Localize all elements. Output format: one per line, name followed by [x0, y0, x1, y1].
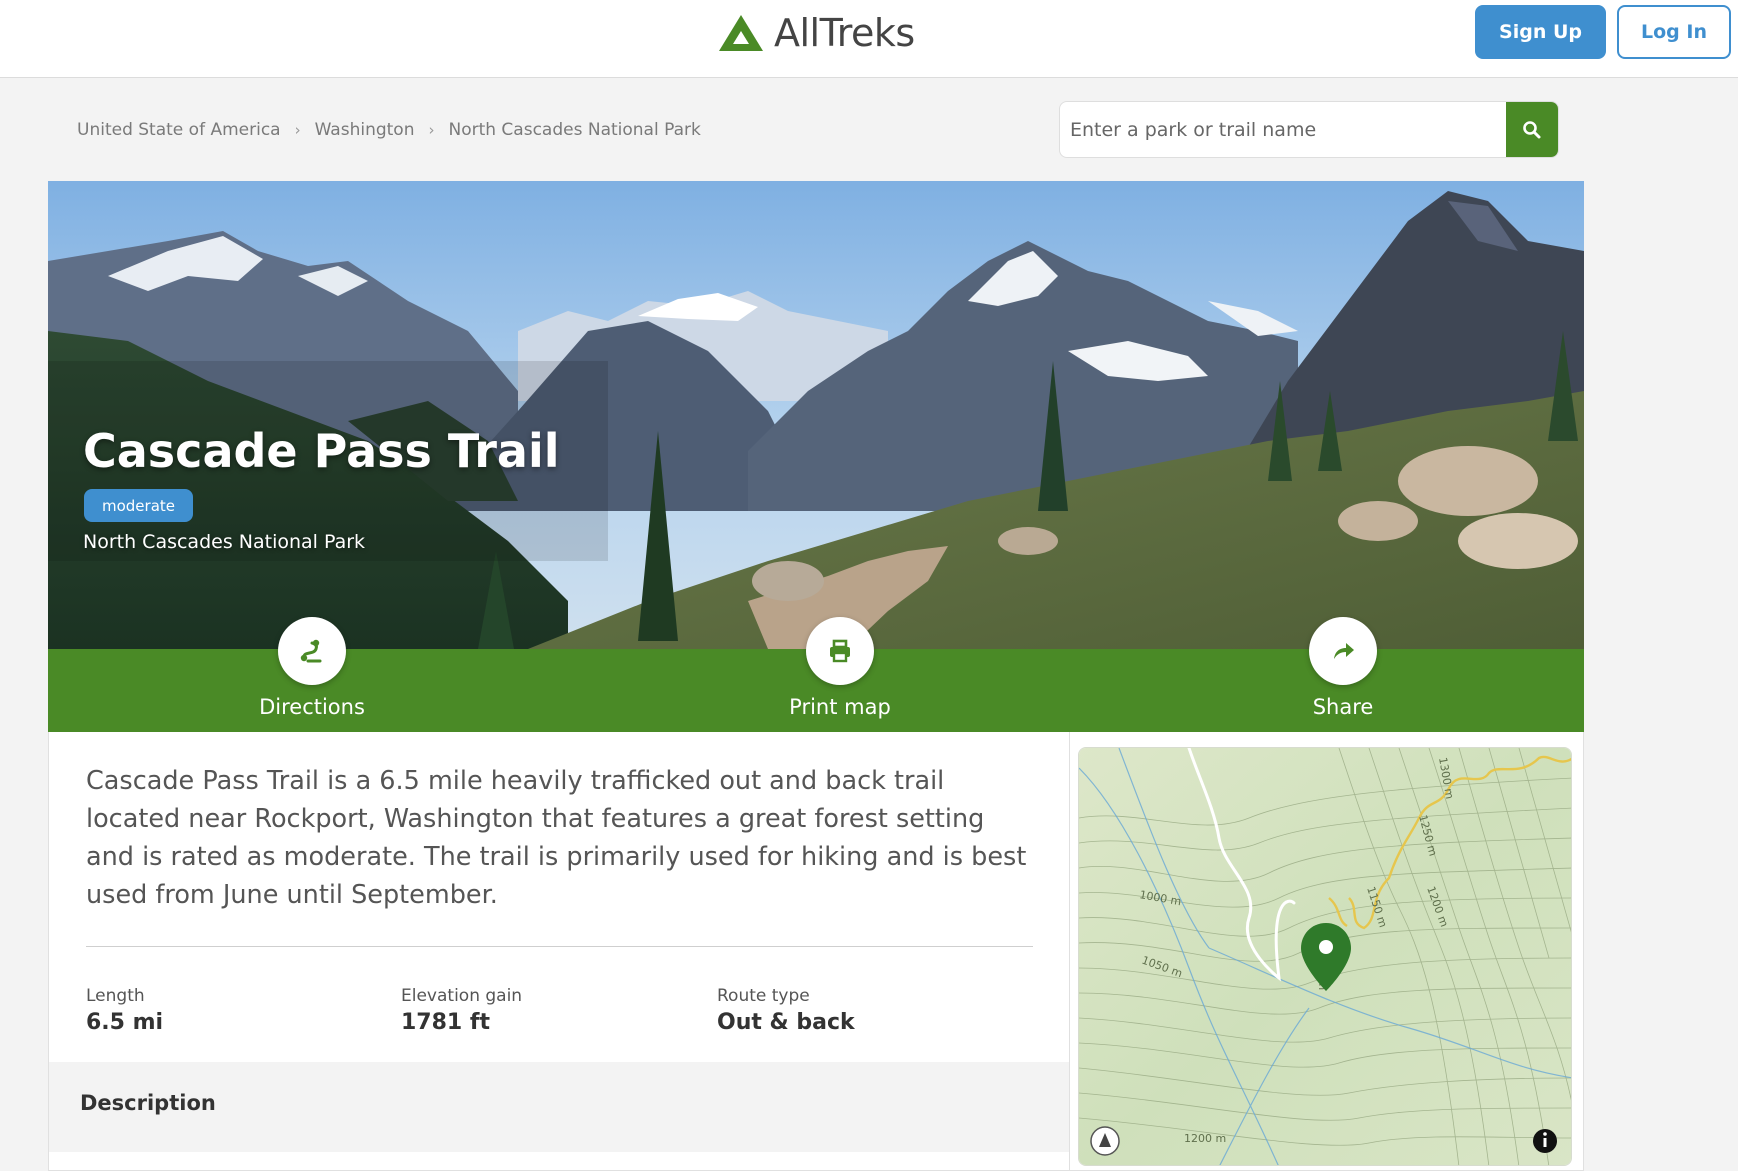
stat-value: 1781 ft — [401, 1010, 490, 1035]
hero-image: Cascade Pass Trail moderate North Cascad… — [48, 181, 1584, 649]
share-label: Share — [1312, 695, 1374, 719]
mountain-landscape-image — [48, 181, 1584, 649]
site-header: AllTreks Sign Up Log In — [0, 0, 1738, 78]
printer-icon — [830, 639, 850, 663]
stat-label: Length — [86, 986, 145, 1006]
trail-summary: Cascade Pass Trail is a 6.5 mile heavily… — [86, 766, 1027, 910]
directions-icon — [300, 639, 322, 663]
search-box — [1059, 101, 1559, 158]
stat-elevation: Elevation gain 1781 ft — [401, 986, 522, 1035]
share-button[interactable]: Share — [1243, 617, 1443, 732]
site-logo[interactable]: AllTreks — [718, 10, 915, 56]
search-input[interactable] — [1060, 102, 1506, 157]
sign-up-button[interactable]: Sign Up — [1475, 5, 1606, 59]
breadcrumb-state[interactable]: Washington — [315, 120, 415, 140]
stat-value: Out & back — [717, 1010, 855, 1035]
print-map-label: Print map — [789, 695, 891, 719]
breadcrumb-country[interactable]: United State of America — [77, 120, 281, 140]
share-arrow-icon — [1334, 643, 1354, 659]
description-section: Description — [49, 1062, 1069, 1152]
park-name[interactable]: North Cascades National Park — [83, 531, 365, 553]
chevron-right-icon: › — [428, 121, 435, 139]
stat-label: Elevation gain — [401, 986, 523, 1006]
description-heading: Description — [80, 1091, 216, 1115]
print-map-button[interactable]: Print map — [740, 617, 940, 732]
share-circle[interactable] — [1309, 617, 1377, 685]
contour-label: 1200 m — [1184, 1132, 1226, 1145]
directions-button[interactable]: Directions — [212, 617, 412, 732]
breadcrumb-park[interactable]: North Cascades National Park — [448, 120, 700, 140]
log-in-button[interactable]: Log In — [1617, 5, 1731, 59]
info-icon[interactable] — [1533, 1129, 1557, 1153]
breadcrumb: United State of America › Washington › N… — [77, 118, 701, 142]
stat-label: Route type — [717, 986, 810, 1006]
directions-label: Directions — [259, 695, 365, 719]
divider — [86, 946, 1033, 947]
brand-name: AllTreks — [774, 11, 915, 55]
chevron-right-icon: › — [294, 121, 301, 139]
print-circle[interactable] — [806, 617, 874, 685]
stat-route-type: Route type Out & back — [717, 986, 855, 1035]
directions-circle[interactable] — [278, 617, 346, 685]
trail-map[interactable]: 1300 m 1250 m 1200 m 1150 m 1000 m 1050 … — [1078, 747, 1572, 1166]
trail-title: Cascade Pass Trail — [83, 424, 560, 478]
mountain-logo-icon — [719, 15, 763, 51]
action-bar: Directions Print map Share — [48, 617, 1584, 732]
difficulty-badge: moderate — [84, 489, 194, 522]
compass-icon[interactable] — [1090, 1126, 1120, 1156]
search-icon — [1523, 120, 1541, 138]
search-button[interactable] — [1506, 102, 1558, 157]
topographic-map[interactable]: 1300 m 1250 m 1200 m 1150 m 1000 m 1050 … — [1079, 748, 1572, 1166]
stat-length: Length 6.5 mi — [86, 986, 163, 1035]
stat-value: 6.5 mi — [86, 1010, 164, 1035]
column-divider — [1069, 732, 1070, 1171]
